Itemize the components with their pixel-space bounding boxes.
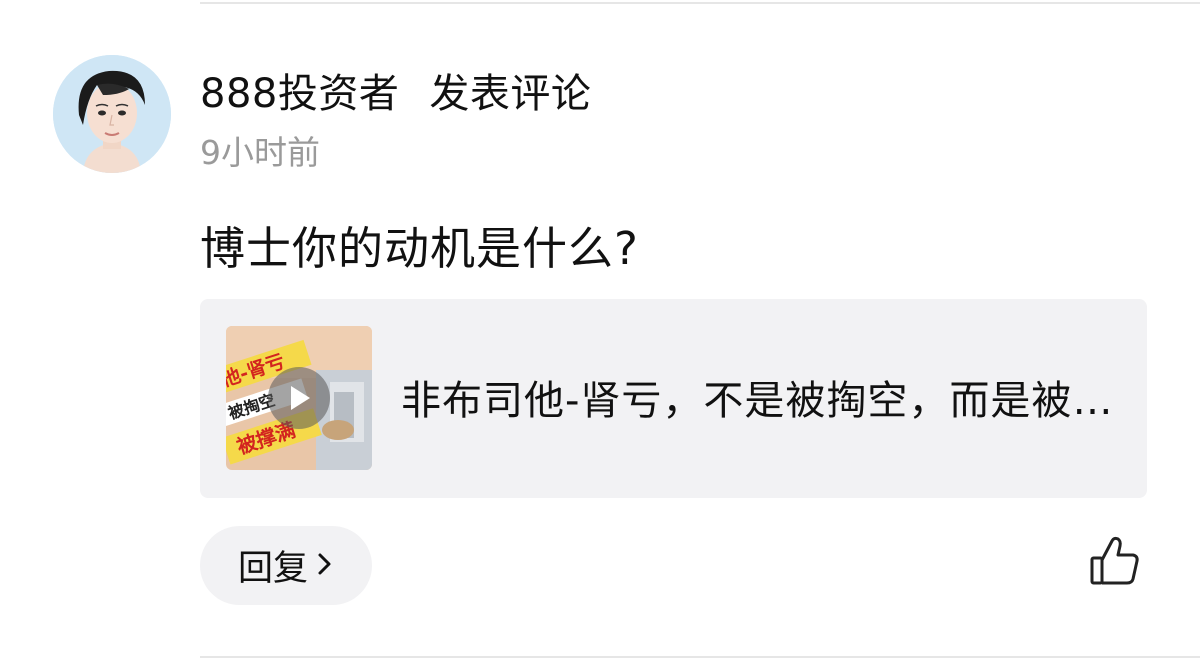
shared-card-title: 非布司他-肾亏，不是被掏空，而是被撑满: [401, 378, 1121, 424]
author-name[interactable]: 888投资者: [200, 61, 399, 119]
comment-timestamp: 9小时前: [200, 133, 320, 172]
bottom-divider: [200, 656, 1200, 658]
reply-button[interactable]: 回复: [200, 526, 372, 605]
comment-text: 博士你的动机是什么?: [200, 222, 639, 275]
shared-video-card[interactable]: 他-肾亏 被掏空 被撑满 非布司他-肾亏，不是被掏空，而是被撑满: [200, 299, 1147, 498]
reply-label: 回复: [237, 549, 308, 589]
comment-header: 888投资者 发表评论: [200, 62, 591, 118]
thumbs-up-icon: [1090, 536, 1139, 585]
comment-action-label: 发表评论: [429, 71, 592, 117]
chevron-right-icon: [316, 549, 334, 583]
avatar[interactable]: [53, 55, 171, 173]
play-icon[interactable]: [268, 367, 330, 429]
top-divider: [200, 2, 1200, 4]
like-button[interactable]: [1085, 533, 1145, 593]
video-thumbnail: 他-肾亏 被掏空 被撑满: [226, 326, 372, 470]
